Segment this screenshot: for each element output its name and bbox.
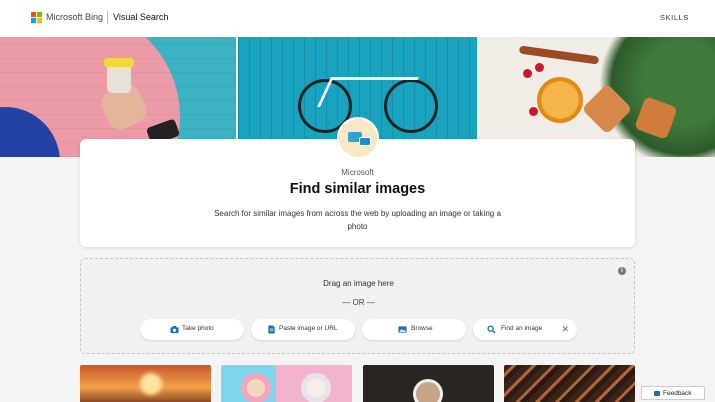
skills-link[interactable]: SKILLS xyxy=(660,13,689,22)
brand-name[interactable]: Microsoft Bing xyxy=(46,12,103,22)
feedback-label: Feedback xyxy=(663,390,692,397)
close-icon[interactable]: ✕ xyxy=(561,324,569,335)
or-separator: — OR — xyxy=(342,298,375,307)
paste-image-label: Paste image or URL xyxy=(279,325,338,332)
camera-icon xyxy=(170,325,179,334)
find-image-input[interactable]: Find an image ✕ xyxy=(473,319,577,340)
intro-card: Microsoft Find similar images Search for… xyxy=(80,117,635,247)
browse-label: Browse xyxy=(411,325,433,332)
header-divider xyxy=(107,11,108,24)
page-subtitle: Search for similar images from across th… xyxy=(214,209,501,231)
document-icon xyxy=(268,325,275,334)
thumbnail-donuts[interactable] xyxy=(221,365,352,402)
visual-search-badge-icon xyxy=(337,117,379,159)
paste-image-button[interactable]: Paste image or URL xyxy=(251,319,355,340)
info-icon[interactable]: i xyxy=(618,267,626,275)
image-drop-zone[interactable]: i Drag an image here — OR — Take photo P… xyxy=(80,258,635,354)
find-image-placeholder: Find an image xyxy=(501,325,543,332)
page-title: Find similar images xyxy=(289,181,426,197)
feedback-button[interactable]: Feedback xyxy=(641,386,705,400)
image-icon xyxy=(398,326,407,333)
browse-button[interactable]: Browse xyxy=(362,319,466,340)
thumbnail-architecture[interactable] xyxy=(504,365,635,402)
take-photo-button[interactable]: Take photo xyxy=(140,319,244,340)
drag-instructions: Drag an image here xyxy=(323,279,394,288)
search-icon xyxy=(487,325,496,334)
intro-brand-label: Microsoft xyxy=(341,168,374,177)
microsoft-logo-icon[interactable] xyxy=(31,12,42,23)
thumbnail-sunset[interactable] xyxy=(80,365,211,402)
page: Microsoft Bing Visual Search SKILLS Micr… xyxy=(0,0,715,402)
take-photo-label: Take photo xyxy=(182,325,214,332)
product-name[interactable]: Visual Search xyxy=(113,12,168,22)
thumbnail-coffee[interactable] xyxy=(363,365,494,402)
feedback-icon xyxy=(654,391,660,396)
header: Microsoft Bing Visual Search SKILLS xyxy=(0,0,715,37)
